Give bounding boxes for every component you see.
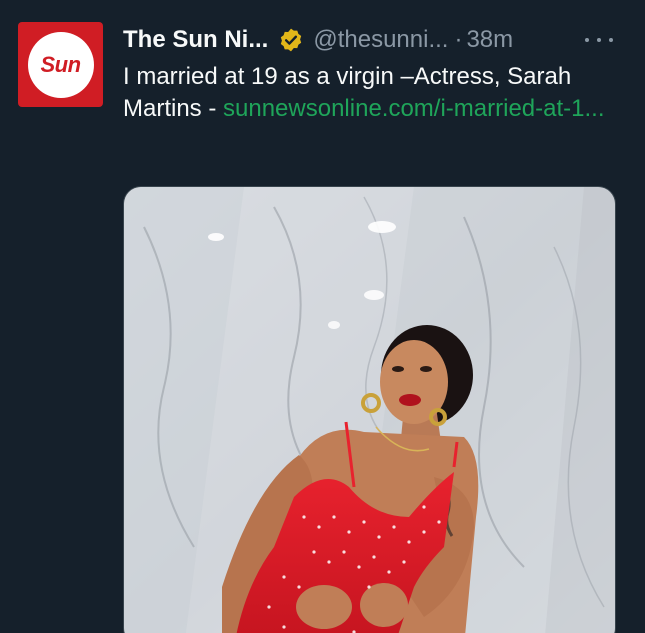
avatar-logo-circle: Sun xyxy=(27,31,94,98)
tweet-link[interactable]: sunnewsonline.com/i-married-at-1... xyxy=(223,95,604,122)
author-display-name[interactable]: The Sun Ni... xyxy=(123,26,268,54)
more-options-icon[interactable] xyxy=(585,34,613,46)
verified-badge-icon xyxy=(278,27,304,53)
tweet-card[interactable]: Sun The Sun Ni... @thesunni... · 38m I m… xyxy=(0,0,645,633)
tweet-timestamp[interactable]: 38m xyxy=(466,26,513,54)
photo-image xyxy=(124,187,615,633)
author-handle[interactable]: @thesunni... xyxy=(313,26,448,54)
tweet-text: I married at 19 as a virgin –Actress, Sa… xyxy=(123,61,623,125)
author-avatar[interactable]: Sun xyxy=(18,22,103,107)
tweet-media-photo[interactable] xyxy=(123,186,616,633)
avatar-logo-text: Sun xyxy=(40,51,81,77)
header-separator: · xyxy=(454,26,463,53)
tweet-header: The Sun Ni... @thesunni... · 38m xyxy=(123,22,513,58)
